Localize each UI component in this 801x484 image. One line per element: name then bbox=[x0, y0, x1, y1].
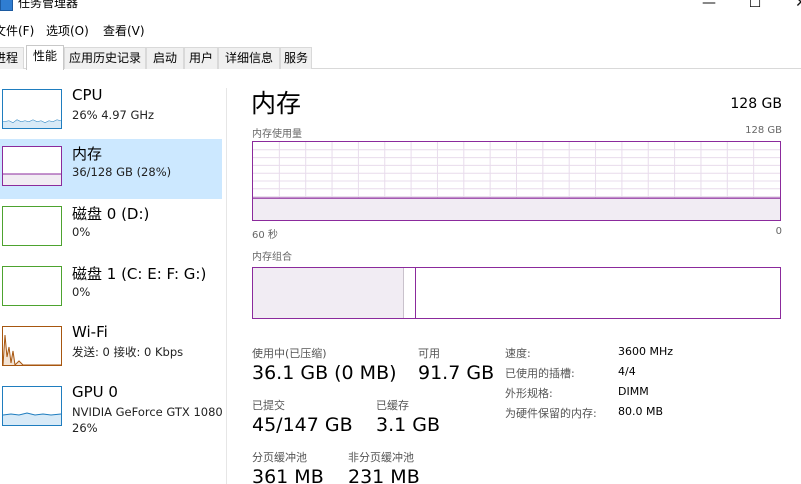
disk-1-detail: 0% bbox=[72, 285, 91, 299]
gpu-0-model: NVIDIA GeForce GTX 1080 bbox=[72, 405, 223, 419]
in-use-label: 使用中(已压缩) bbox=[252, 347, 327, 360]
cpu-detail: 26% 4.97 GHz bbox=[72, 108, 155, 122]
disk-0-thumbnail-graph bbox=[2, 206, 62, 246]
disk-1-name: 磁盘 1 (C: E: F: G:) bbox=[72, 265, 207, 283]
spec-reserved-label: 为硬件保留的内存: bbox=[505, 407, 597, 420]
wifi-detail: 发送: 0 接收: 0 Kbps bbox=[72, 345, 184, 359]
usage-fill-area bbox=[253, 198, 780, 220]
graph-time-left: 60 秒 bbox=[252, 230, 278, 241]
disk-0-name: 磁盘 0 (D:) bbox=[72, 205, 150, 223]
resource-gpu-0[interactable]: GPU 0 NVIDIA GeForce GTX 1080 26% bbox=[0, 379, 223, 449]
spec-reserved-value: 80.0 MB bbox=[618, 405, 664, 418]
tab-performance[interactable]: 性能 bbox=[26, 45, 64, 70]
tab-startup[interactable]: 启动 bbox=[146, 47, 184, 69]
memory-name: 内存 bbox=[72, 145, 103, 163]
menu-options[interactable]: 选项(O) bbox=[46, 22, 89, 40]
resource-disk-1[interactable]: 磁盘 1 (C: E: F: G:) 0% bbox=[0, 259, 222, 319]
cached-label: 已缓存 bbox=[376, 399, 409, 412]
resource-disk-0[interactable]: 磁盘 0 (D:) 0% bbox=[0, 199, 222, 259]
memory-usage-graph bbox=[252, 141, 781, 221]
tab-services[interactable]: 服务 bbox=[280, 47, 312, 69]
tab-bar: 进程 性能 应用历史记录 启动 用户 详细信息 服务 bbox=[0, 45, 801, 70]
disk-0-detail: 0% bbox=[72, 225, 91, 239]
memory-thumbnail-graph bbox=[2, 146, 62, 186]
memory-composition-bar bbox=[252, 267, 781, 319]
spec-form-factor-label: 外形规格: bbox=[505, 387, 553, 400]
committed-value: 45/147 GB bbox=[252, 414, 353, 436]
paged-pool-value: 361 MB bbox=[252, 466, 324, 484]
tab-app-history[interactable]: 应用历史记录 bbox=[64, 47, 146, 69]
spec-slots-value: 4/4 bbox=[618, 365, 636, 378]
available-value: 91.7 GB bbox=[418, 362, 495, 384]
usage-graph-max: 128 GB bbox=[745, 125, 782, 136]
panel-divider bbox=[226, 88, 227, 484]
page-title: 内存 bbox=[251, 89, 302, 118]
resource-wifi[interactable]: Wi-Fi 发送: 0 接收: 0 Kbps bbox=[0, 319, 222, 379]
tab-details[interactable]: 详细信息 bbox=[218, 47, 280, 69]
graph-time-right: 0 bbox=[775, 226, 782, 237]
spec-form-factor-value: DIMM bbox=[618, 385, 649, 398]
spec-slots-label: 已使用的插槽: bbox=[505, 367, 575, 380]
task-manager-icon bbox=[0, 0, 13, 11]
nonpaged-pool-value: 231 MB bbox=[348, 466, 420, 484]
maximize-button[interactable]: ☐ bbox=[732, 0, 778, 12]
composition-in-use bbox=[253, 268, 404, 318]
menu-view[interactable]: 查看(V) bbox=[103, 22, 145, 40]
gpu-0-name: GPU 0 bbox=[72, 383, 118, 401]
close-button[interactable]: ✕ bbox=[778, 0, 801, 12]
gpu-0-usage: 26% bbox=[72, 421, 98, 435]
resource-memory[interactable]: 内存 36/128 GB (28%) bbox=[0, 139, 222, 199]
paged-pool-label: 分页缓冲池 bbox=[252, 451, 307, 464]
cpu-thumbnail-graph bbox=[2, 89, 62, 129]
wifi-name: Wi-Fi bbox=[72, 323, 108, 341]
memory-total: 128 GB bbox=[730, 96, 782, 112]
usage-graph-label: 内存使用量 bbox=[252, 129, 302, 140]
spec-speed-label: 速度: bbox=[505, 347, 531, 360]
tab-processes[interactable]: 进程 bbox=[0, 47, 24, 69]
cached-value: 3.1 GB bbox=[376, 414, 441, 436]
resource-cpu[interactable]: CPU 26% 4.97 GHz bbox=[0, 82, 222, 142]
available-label: 可用 bbox=[418, 347, 440, 360]
committed-label: 已提交 bbox=[252, 399, 285, 412]
spec-speed-value: 3600 MHz bbox=[618, 345, 674, 358]
menu-file[interactable]: 文件(F) bbox=[0, 22, 34, 40]
cpu-name: CPU bbox=[72, 86, 103, 104]
gpu-0-thumbnail-graph bbox=[2, 386, 62, 426]
disk-1-thumbnail-graph bbox=[2, 266, 62, 306]
resource-list: CPU 26% 4.97 GHz 内存 36/128 GB (28%) 磁盘 0… bbox=[0, 82, 223, 484]
wifi-thumbnail-graph bbox=[2, 326, 62, 366]
nonpaged-pool-label: 非分页缓冲池 bbox=[348, 451, 414, 464]
minimize-button[interactable]: — bbox=[686, 0, 732, 12]
composition-modified bbox=[404, 268, 416, 318]
tab-users[interactable]: 用户 bbox=[184, 47, 218, 69]
memory-detail: 36/128 GB (28%) bbox=[72, 165, 172, 179]
composition-label: 内存组合 bbox=[252, 252, 292, 263]
window-title: 任务管理器 bbox=[18, 0, 79, 10]
in-use-value: 36.1 GB (0 MB) bbox=[252, 362, 397, 384]
title-bar: 任务管理器 — ☐ ✕ bbox=[0, 0, 801, 12]
